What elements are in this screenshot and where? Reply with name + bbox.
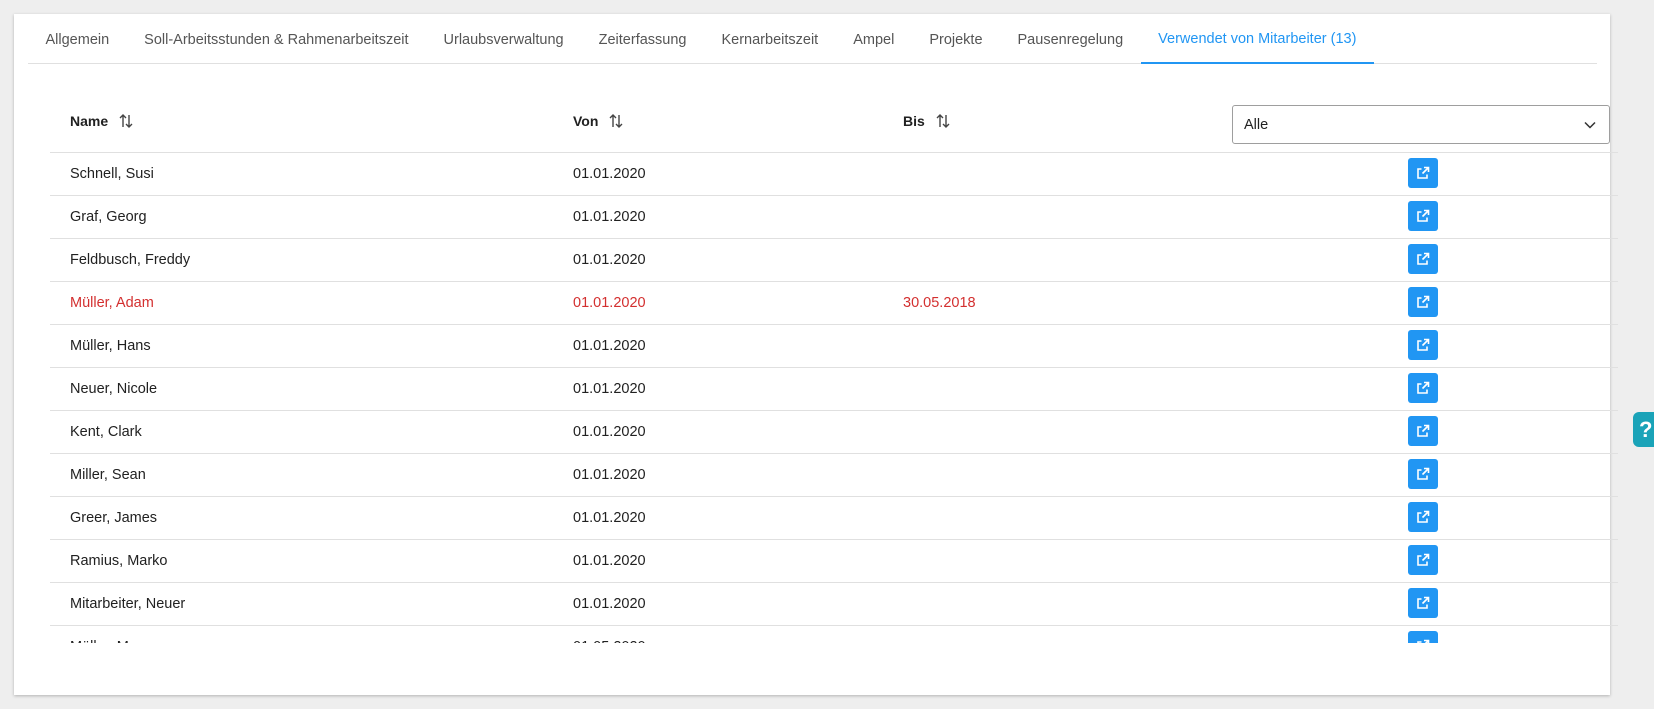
open-employee-button[interactable] [1408, 330, 1438, 360]
open-employee-button[interactable] [1408, 287, 1438, 317]
cell-name: Neuer, Nicole [70, 381, 158, 397]
column-header-von[interactable]: Von [573, 89, 624, 152]
column-header-bis[interactable]: Bis [903, 89, 951, 152]
column-header-name[interactable]: Name [70, 89, 134, 152]
open-employee-button[interactable] [1408, 631, 1438, 643]
open-employee-button[interactable] [1408, 244, 1438, 274]
table-row: Schnell, Susi 01.01.2020 [50, 153, 1618, 196]
chevron-down-icon [1583, 118, 1597, 132]
cell-von: 01.01.2020 [573, 209, 646, 225]
open-employee-button[interactable] [1408, 502, 1438, 532]
table-row: Müller, Max 01.05.2020 [50, 626, 1618, 643]
tab-1[interactable]: Soll-Arbeitsstunden & Rahmenarbeitszeit [127, 15, 426, 64]
table-row: Feldbusch, Freddy 01.01.2020 [50, 239, 1618, 282]
column-header-name-label: Name [70, 112, 109, 129]
table-header: Name Von Bis Alle [50, 89, 1618, 153]
open-external-icon [1416, 467, 1430, 481]
cell-von: 01.05.2020 [573, 626, 646, 643]
table-row: Kent, Clark 01.01.2020 [50, 411, 1618, 454]
open-external-icon [1416, 424, 1430, 438]
cell-name: Miller, Sean [70, 467, 146, 483]
open-external-icon [1416, 252, 1430, 266]
cell-von: 01.01.2020 [573, 166, 646, 182]
open-employee-button[interactable] [1408, 158, 1438, 188]
tab-5[interactable]: Ampel [836, 15, 912, 64]
table-row: Miller, Sean 01.01.2020 [50, 454, 1618, 497]
status-filter-select[interactable]: Alle [1232, 105, 1610, 144]
tab-bar: Allgemein Soll-Arbeitsstunden & Rahmenarb… [28, 14, 1597, 64]
open-external-icon [1416, 338, 1430, 352]
tab-2[interactable]: Urlaubsverwaltung [426, 15, 581, 64]
cell-von: 01.01.2020 [573, 467, 646, 483]
open-employee-button[interactable] [1408, 459, 1438, 489]
table-row: Graf, Georg 01.01.2020 [50, 196, 1618, 239]
open-employee-button[interactable] [1408, 201, 1438, 231]
tab-6[interactable]: Projekte [912, 15, 1000, 64]
sort-arrows-icon[interactable] [935, 113, 951, 129]
cell-name: Graf, Georg [70, 209, 147, 225]
status-filter-value: Alle [1244, 116, 1269, 133]
main-card: Allgemein Soll-Arbeitsstunden & Rahmenarb… [14, 14, 1618, 695]
cell-von: 01.01.2020 [573, 596, 646, 612]
tab-3[interactable]: Zeiterfassung [581, 15, 704, 64]
column-header-von-label: Von [573, 112, 599, 129]
open-external-icon [1416, 639, 1430, 643]
table-row: Müller, Hans 01.01.2020 [50, 325, 1618, 368]
tab-7[interactable]: Pausenregelung [1000, 15, 1141, 64]
cell-name: Kent, Clark [70, 424, 142, 440]
cell-name: Schnell, Susi [70, 166, 154, 182]
table-row: Müller, Adam 01.01.2020 30.05.2018 [50, 282, 1618, 325]
cell-von: 01.01.2020 [573, 510, 646, 526]
open-employee-button[interactable] [1408, 416, 1438, 446]
open-external-icon [1416, 295, 1430, 309]
open-external-icon [1416, 510, 1430, 524]
tab-0[interactable]: Allgemein [28, 15, 127, 64]
open-external-icon [1416, 381, 1430, 395]
cell-von: 01.01.2020 [573, 381, 646, 397]
cell-name: Müller, Max [70, 626, 144, 643]
open-external-icon [1416, 553, 1430, 567]
cell-name: Mitarbeiter, Neuer [70, 596, 186, 612]
column-header-bis-label: Bis [903, 112, 925, 129]
employee-table: Name Von Bis Alle Schnell, Susi 01.01.20… [50, 89, 1618, 643]
cell-von: 01.01.2020 [573, 295, 646, 311]
open-external-icon [1416, 209, 1430, 223]
cell-bis: 30.05.2018 [903, 295, 976, 311]
cell-von: 01.01.2020 [573, 553, 646, 569]
table-row: Greer, James 01.01.2020 [50, 497, 1618, 540]
table-row: Ramius, Marko 01.01.2020 [50, 540, 1618, 583]
sort-arrows-icon[interactable] [118, 113, 134, 129]
cell-von: 01.01.2020 [573, 252, 646, 268]
tab-4[interactable]: Kernarbeitszeit [704, 15, 836, 64]
cell-von: 01.01.2020 [573, 424, 646, 440]
table-body: Schnell, Susi 01.01.2020 Graf, Georg 01.01.… [50, 153, 1618, 643]
table-row: Mitarbeiter, Neuer 01.01.2020 [50, 583, 1618, 626]
cell-name: Müller, Adam [70, 295, 154, 311]
open-employee-button[interactable] [1408, 545, 1438, 575]
tab-8[interactable]: Verwendet von Mitarbeiter (13) [1140, 15, 1374, 64]
open-employee-button[interactable] [1408, 588, 1438, 618]
open-employee-button[interactable] [1408, 373, 1438, 403]
cell-name: Ramius, Marko [70, 553, 168, 569]
table-row: Neuer, Nicole 01.01.2020 [50, 368, 1618, 411]
cell-name: Müller, Hans [70, 338, 151, 354]
sort-arrows-icon[interactable] [608, 113, 624, 129]
cell-name: Feldbusch, Freddy [70, 252, 191, 268]
open-external-icon [1416, 166, 1430, 180]
help-icon[interactable]: ? [1633, 412, 1654, 447]
cell-von: 01.01.2020 [573, 338, 646, 354]
cell-name: Greer, James [70, 510, 158, 526]
open-external-icon [1416, 596, 1430, 610]
